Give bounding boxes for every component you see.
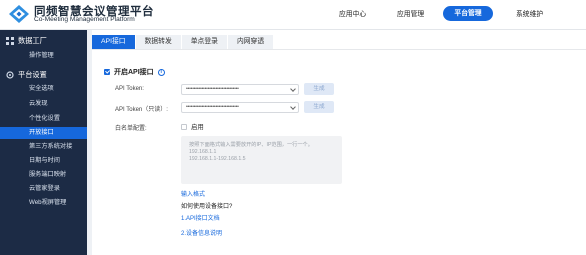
whitelist-placeholder-line: 按照下面格式输入需要放开的IP、IP范围，一行一个。 — [189, 142, 313, 148]
sidebar-group-platform-settings[interactable]: 平台设置 — [6, 70, 47, 80]
sidebar-item-third-party[interactable]: 第三方系统对接 — [0, 141, 87, 153]
sidebar: 数据工厂 操作管理 平台设置 安全选项 云发现 个性化设置 开放接口 第三方系统… — [0, 30, 87, 255]
brand-subtitle: Co-Meeting Management Platform — [34, 16, 135, 23]
tab-api[interactable]: API接口 — [92, 35, 135, 49]
generate-button[interactable]: 生成 — [304, 83, 334, 95]
top-header: 同频智慧会议管理平台 Co-Meeting Management Platfor… — [0, 0, 586, 30]
tab-sso[interactable]: 单点登录 — [181, 35, 227, 49]
sidebar-item-operation[interactable]: 操作管理 — [0, 50, 87, 62]
sidebar-group-data-factory[interactable]: 数据工厂 — [6, 36, 47, 46]
grid-icon — [6, 37, 14, 45]
sidebar-item-cloud-discovery[interactable]: 云发现 — [0, 98, 87, 110]
api-doc-link[interactable]: 1.API接口文档 — [181, 213, 220, 222]
sidebar-group-label: 平台设置 — [18, 70, 47, 79]
nav-app-center[interactable]: 应用中心 — [339, 8, 366, 18]
info-icon[interactable]: i — [157, 68, 165, 76]
api-token-label: API Token: — [115, 86, 144, 92]
whitelist-label: 白名单配置: — [115, 126, 147, 132]
generate-readonly-button[interactable]: 生成 — [304, 101, 334, 113]
input-format-link[interactable]: 输入格式 — [181, 189, 205, 198]
api-token-readonly-label: API Token（只读）: — [115, 107, 168, 113]
whitelist-textarea[interactable]: 按照下面格式输入需要放开的IP、IP范围，一行一个。 192.168.1.1 1… — [181, 136, 342, 184]
api-token-readonly-value: •••••••••••••••••••••••••••••••••• — [186, 104, 239, 110]
main-panel: API接口 数据转发 单点登录 内网穿透 开启API接口 i API Token… — [92, 30, 586, 255]
whitelist-placeholder-line: 192.168.1.1-192.168.1.5 — [189, 156, 246, 162]
whitelist-placeholder-line: 192.168.1.1 — [189, 149, 217, 155]
whitelist-enable-row: 启用 — [181, 122, 204, 131]
enable-api-label: 开启API接口 — [114, 69, 154, 76]
enable-api-row: 开启API接口 i — [104, 67, 165, 77]
nav-system-maintenance[interactable]: 系统维护 — [516, 8, 543, 18]
sidebar-item-web-video[interactable]: Web视屏管理 — [0, 197, 87, 209]
api-token-input[interactable]: •••••••••••••••••••••••••••••••••• — [181, 84, 299, 95]
sidebar-group-label: 数据工厂 — [18, 36, 47, 45]
sidebar-item-port-mapping[interactable]: 服务端口映射 — [0, 169, 87, 181]
api-token-readonly-input[interactable]: •••••••••••••••••••••••••••••••••• — [181, 102, 299, 113]
logo-icon — [9, 5, 29, 23]
chevron-down-icon[interactable] — [290, 86, 296, 92]
nav-platform-management[interactable]: 平台管理 — [443, 6, 493, 21]
sidebar-item-security[interactable]: 安全选项 — [0, 83, 87, 95]
sidebar-item-date-time[interactable]: 日期与时间 — [0, 155, 87, 167]
sidebar-item-open-api[interactable]: 开放接口 — [0, 127, 87, 139]
help-title: 如何使用设备接口? — [181, 204, 233, 210]
api-token-value: •••••••••••••••••••••••••••••••••• — [186, 86, 239, 92]
whitelist-enable-label: 启用 — [191, 124, 204, 131]
sidebar-item-personalization[interactable]: 个性化设置 — [0, 113, 87, 125]
sidebar-item-cloud-login[interactable]: 云管家登录 — [0, 183, 87, 195]
chevron-down-icon[interactable] — [290, 104, 296, 110]
tab-divider — [92, 49, 586, 50]
enable-api-checkbox[interactable] — [104, 69, 110, 75]
whitelist-checkbox[interactable] — [181, 123, 187, 130]
nav-app-management[interactable]: 应用管理 — [397, 8, 424, 18]
tab-bar: API接口 数据转发 单点登录 内网穿透 — [92, 35, 274, 49]
tab-intranet[interactable]: 内网穿透 — [227, 35, 274, 49]
tab-data-forward[interactable]: 数据转发 — [135, 35, 181, 49]
gear-icon — [6, 71, 14, 79]
device-info-link[interactable]: 2.设备信息说明 — [181, 228, 222, 237]
